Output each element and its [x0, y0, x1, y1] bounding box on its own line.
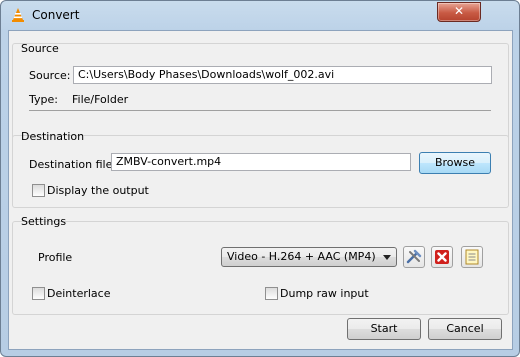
- window-title: Convert: [32, 8, 80, 22]
- source-divider: [29, 110, 491, 111]
- dump-raw-input-checkbox[interactable]: [265, 287, 278, 300]
- destination-file-field[interactable]: ZMBV-convert.mp4: [111, 153, 411, 171]
- profile-label: Profile: [38, 251, 73, 264]
- display-output-label: Display the output: [47, 184, 149, 197]
- source-path-field[interactable]: C:\Users\Body Phases\Downloads\wolf_002.…: [73, 66, 492, 84]
- destination-group-label: Destination: [21, 130, 85, 143]
- chevron-down-icon: [383, 255, 391, 260]
- browse-button[interactable]: Browse: [419, 152, 491, 174]
- deinterlace-checkbox[interactable]: [32, 287, 45, 300]
- settings-group: [12, 221, 509, 315]
- display-output-checkbox[interactable]: [32, 184, 45, 197]
- delete-profile-icon: [435, 250, 449, 264]
- cancel-button[interactable]: Cancel: [428, 318, 502, 340]
- settings-group-label: Settings: [21, 215, 67, 228]
- start-button[interactable]: Start: [347, 318, 421, 340]
- dump-raw-input-label: Dump raw input: [280, 287, 369, 300]
- edit-profile-icon: [406, 249, 422, 264]
- source-group: [12, 43, 509, 141]
- source-label: Source:: [29, 69, 71, 82]
- destination-file-label: Destination file:: [29, 158, 117, 171]
- source-group-label: Source: [21, 42, 59, 55]
- profile-dropdown[interactable]: Video - H.264 + AAC (MP4): [221, 247, 397, 267]
- close-window-button[interactable]: ✕: [437, 2, 481, 22]
- new-profile-icon: [465, 249, 479, 265]
- new-profile-button[interactable]: [461, 246, 483, 268]
- dialog-body: Source Source: C:\Users\Body Phases\Down…: [8, 30, 513, 350]
- profile-selected-value: Video - H.264 + AAC (MP4): [227, 250, 376, 263]
- type-value: File/Folder: [72, 93, 129, 106]
- delete-profile-button[interactable]: [431, 246, 453, 268]
- convert-dialog: Convert ✕ Source Source: C:\Users\Body P…: [0, 0, 520, 357]
- deinterlace-label: Deinterlace: [47, 287, 111, 300]
- title-bar[interactable]: Convert ✕: [1, 1, 519, 31]
- type-label: Type:: [29, 93, 58, 106]
- edit-profile-button[interactable]: [403, 246, 425, 268]
- vlc-cone-icon: [12, 8, 24, 22]
